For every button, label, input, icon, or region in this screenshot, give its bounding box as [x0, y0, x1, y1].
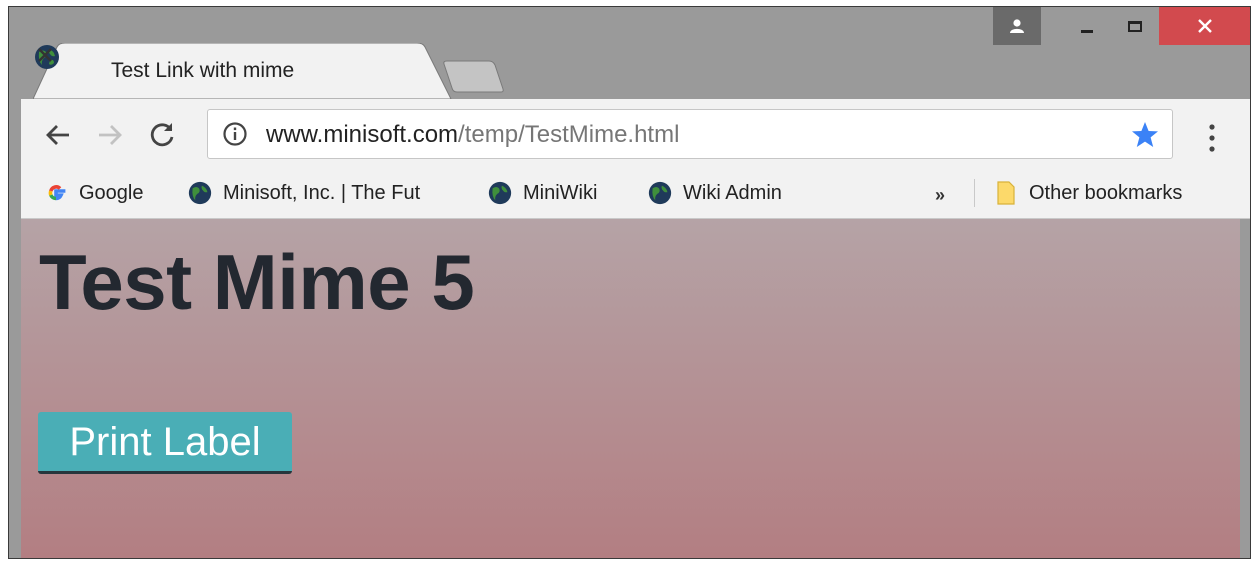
page-content: Test Mime 5 Print Label [21, 219, 1240, 558]
folder-icon [997, 181, 1015, 205]
bookmark-label: MiniWiki [523, 181, 598, 204]
profile-button[interactable] [993, 7, 1041, 45]
maximize-icon [1128, 20, 1142, 32]
browser-toolbar: www.minisoft.com/temp/TestMime.html [21, 99, 1250, 177]
bookmark-google[interactable]: Google [43, 179, 144, 207]
address-bar[interactable]: www.minisoft.com/temp/TestMime.html [207, 109, 1173, 159]
forward-arrow-icon[interactable] [93, 118, 127, 152]
bookmark-miniwiki[interactable]: MiniWiki [487, 179, 597, 207]
new-tab-button[interactable] [439, 57, 507, 95]
print-label-button[interactable]: Print Label [38, 412, 292, 474]
tab-close-icon[interactable] [33, 43, 57, 67]
url-path: /temp/TestMime.html [458, 121, 680, 148]
bookmark-star-icon[interactable] [1130, 120, 1160, 150]
maximize-button[interactable] [1111, 7, 1159, 45]
other-bookmarks[interactable]: Other bookmarks [993, 179, 1182, 207]
info-icon[interactable] [222, 121, 248, 147]
bookmark-label: Google [79, 181, 144, 204]
page-title: Test Mime 5 [39, 238, 475, 326]
menu-icon[interactable] [1207, 123, 1217, 153]
reload-icon[interactable] [145, 118, 179, 152]
user-icon [1010, 19, 1024, 33]
bookmarks-overflow-button[interactable]: » [935, 185, 945, 206]
tab-title: Test Link with mime [111, 59, 295, 82]
globe-icon [648, 181, 672, 205]
minimize-icon [1081, 29, 1093, 33]
bookmark-wiki-admin[interactable]: Wiki Admin [647, 179, 782, 207]
bookmarks-separator [974, 179, 975, 207]
url-text: www.minisoft.com/temp/TestMime.html [266, 121, 679, 149]
close-icon [1198, 19, 1212, 33]
bookmarks-bar: Google Minisoft, Inc. | The Fut MiniWiki [21, 167, 1250, 219]
url-host: www.minisoft.com [266, 121, 459, 148]
minimize-button[interactable] [1063, 7, 1111, 45]
close-window-button[interactable] [1159, 7, 1250, 45]
globe-icon [488, 181, 512, 205]
back-arrow-icon[interactable] [41, 118, 75, 152]
globe-icon [188, 181, 212, 205]
other-bookmarks-label: Other bookmarks [1029, 181, 1183, 204]
bookmark-label: Wiki Admin [683, 181, 782, 204]
bookmark-label: Minisoft, Inc. | The Fut [223, 181, 421, 204]
tab-active[interactable]: Test Link with mime [33, 43, 463, 99]
browser-window: Test Link with mime www.minisoft.com/tem… [8, 6, 1251, 559]
google-icon [48, 185, 66, 201]
bookmark-minisoft[interactable]: Minisoft, Inc. | The Fut [187, 179, 469, 207]
